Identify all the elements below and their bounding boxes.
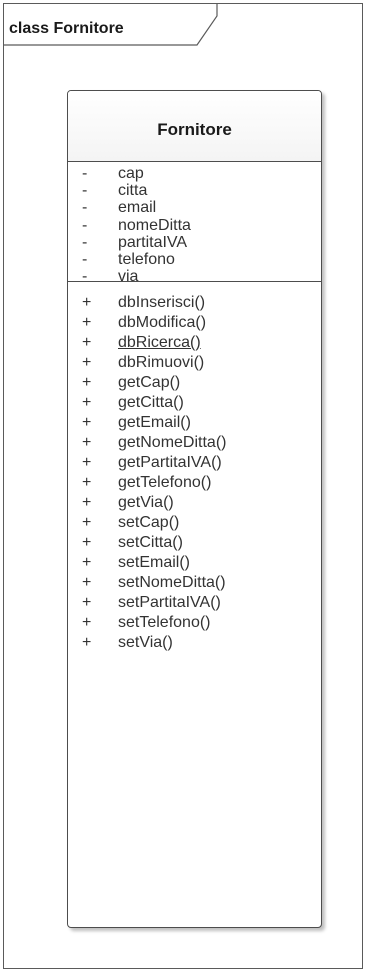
operation-name: dbInserisci() — [118, 294, 206, 311]
operation-visibility: + — [82, 614, 92, 631]
operation-visibility: + — [82, 474, 92, 491]
operation-name: setEmail() — [118, 554, 191, 571]
frame-title: class Fornitore — [9, 20, 124, 37]
operation-visibility: + — [82, 374, 92, 391]
operation-name: getEmail() — [118, 414, 191, 431]
class-box[interactable]: Fornitore - cap - citta - email - nomeDitta - par… — [67, 90, 322, 928]
operation-visibility: + — [82, 634, 92, 651]
operation-visibility: + — [82, 494, 92, 511]
operation-visibility: + — [82, 454, 92, 471]
class-header: Fornitore — [68, 91, 321, 162]
diagram-frame: class Fornitore Fornitore - cap - citta - ema… — [3, 3, 363, 969]
operation-visibility: + — [82, 534, 92, 551]
operation-name: getTelefono() — [118, 474, 212, 491]
operation-visibility: + — [82, 314, 92, 331]
operation-visibility: + — [82, 294, 92, 311]
attribute-name: via — [118, 268, 139, 286]
operation-name: getCap() — [118, 374, 181, 391]
operation-name: setPartitaIVA() — [118, 594, 221, 611]
operation-name: getCitta() — [118, 394, 184, 411]
operation-name: dbRimuovi() — [118, 354, 205, 371]
class-name: Fornitore — [157, 120, 232, 139]
operation-visibility: + — [82, 414, 92, 431]
operation-visibility: + — [82, 334, 92, 351]
operation-name: setCap() — [118, 514, 180, 531]
operation-name: getPartitaIVA() — [118, 454, 222, 471]
operation-visibility: + — [82, 394, 92, 411]
attributes-compartment: - cap - citta - email - nomeDitta - partitaIVA - te… — [68, 162, 321, 285]
operation-visibility: + — [82, 514, 92, 531]
frame-tab: class Fornitore — [4, 4, 219, 46]
operation-visibility: + — [82, 594, 92, 611]
operation-name: dbModifica() — [118, 314, 207, 331]
operation-name: getNomeDitta() — [118, 434, 227, 451]
attribute-visibility: - — [82, 268, 88, 286]
operation-visibility: + — [82, 354, 92, 371]
operation-visibility: + — [82, 554, 92, 571]
operation-name: setCitta() — [118, 534, 183, 551]
operation-visibility: + — [82, 574, 92, 591]
operation-name: setNomeDitta() — [118, 574, 226, 591]
operation-name: setVia() — [118, 634, 173, 651]
operation-name: dbRicerca() — [118, 334, 201, 351]
operation-name: getVia() — [118, 494, 174, 511]
operation-name: setTelefono() — [118, 614, 211, 631]
operation-visibility: + — [82, 434, 92, 451]
